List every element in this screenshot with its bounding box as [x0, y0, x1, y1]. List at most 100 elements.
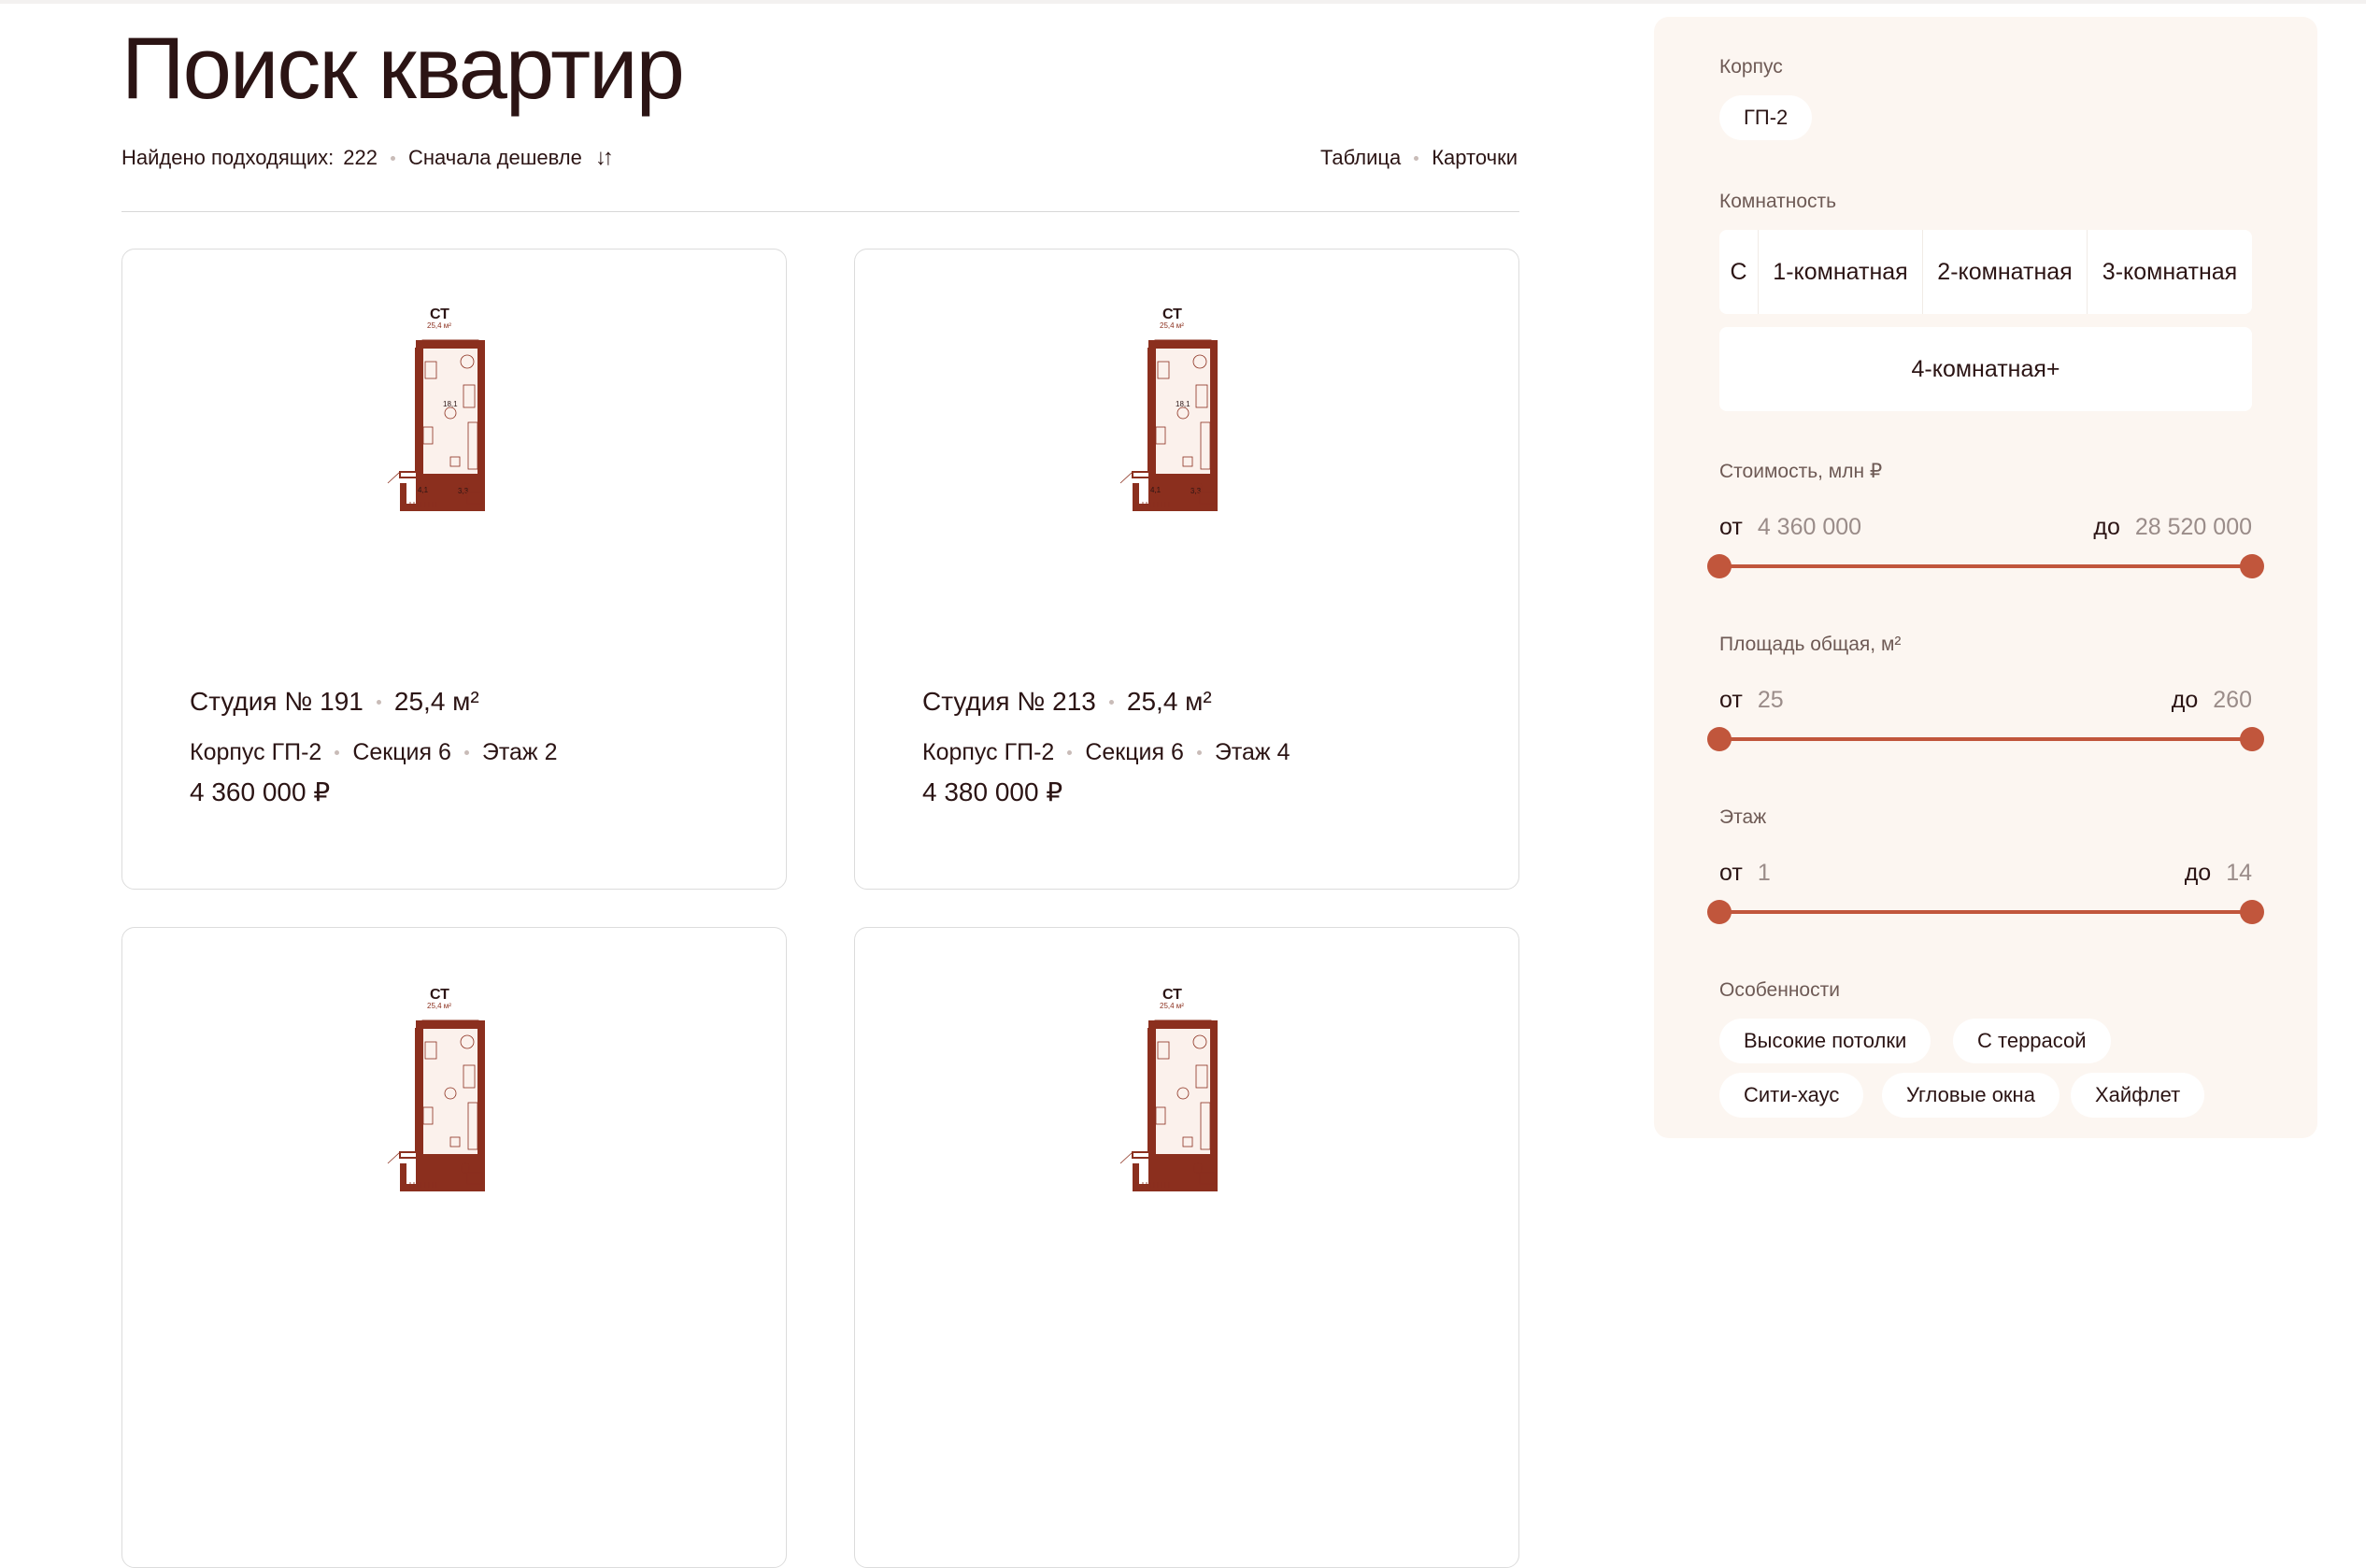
feature-chip-corner-windows[interactable]: Угловые окна [1882, 1073, 2060, 1118]
price-filter-label: Стоимость, млн ₽ [1719, 461, 1883, 482]
rooms-option-4plus[interactable]: 4-комнатная+ [1719, 327, 2252, 411]
apartment-card[interactable]: СТ 25,4 м² [121, 927, 787, 1568]
apartment-name: Студия № 213 [922, 687, 1096, 716]
view-table-button[interactable]: Таблица [1320, 146, 1401, 170]
price-slider-track[interactable] [1719, 564, 2252, 568]
floor-plan: СТ 25,4 м² 18,1 4,1 3,3 [122, 306, 788, 511]
card-info: Корпус ГП-2 Секция 6 Этаж 4 [922, 739, 1290, 766]
price-range-inputs: от 4 360 000 до 28 520 000 [1719, 514, 2252, 548]
area-range-inputs: от 25 до 260 [1719, 687, 2252, 720]
floor-plan-image: СТ 25,4 м² [1119, 987, 1218, 1191]
floor-to-input[interactable]: 14 [2226, 860, 2252, 887]
svg-text:25,4 м²: 25,4 м² [427, 1002, 451, 1010]
rooms-filter-label: Комнатность [1719, 191, 1837, 212]
rooms-option-studio[interactable]: С [1719, 230, 1759, 314]
view-cards-button[interactable]: Карточки [1432, 146, 1518, 170]
apartment-building: Корпус ГП-2 [922, 739, 1055, 765]
price-from-input[interactable]: 4 360 000 [1758, 514, 1861, 541]
apartment-floor: Этаж 2 [481, 739, 558, 765]
floor-slider-track[interactable] [1719, 910, 2252, 914]
building-filter-label: Корпус [1719, 56, 1783, 78]
filter-panel: Корпус ГП-2 Комнатность С 1-комнатная 2-… [1654, 17, 2317, 1138]
building-chip[interactable]: ГП-2 [1719, 95, 1813, 140]
results-meta: Найдено подходящих: 222 Сначала дешевле … [121, 144, 614, 172]
floor-to-label: до [2184, 860, 2212, 886]
separator-dot [1196, 750, 1202, 755]
svg-text:25,4 м²: 25,4 м² [1160, 1002, 1184, 1010]
sort-arrows-icon[interactable]: ↓↑ [595, 145, 614, 171]
found-label: Найдено подходящих: [121, 146, 335, 169]
price-to-label: до [2093, 514, 2120, 540]
floor-from-label: от [1719, 860, 1743, 886]
area-from-input[interactable]: 25 [1758, 687, 1784, 714]
apartment-area: 25,4 м² [393, 687, 479, 716]
top-border [0, 0, 2366, 4]
floor-slider-max-handle[interactable] [2240, 900, 2264, 924]
card-title: Студия № 191 25,4 м² [190, 687, 479, 717]
price-slider-max-handle[interactable] [2240, 554, 2264, 578]
svg-text:25,4 м²: 25,4 м² [1160, 321, 1184, 330]
divider [121, 211, 1519, 212]
rooms-option-3[interactable]: 3-комнатная [2088, 230, 2252, 314]
svg-text:4,1: 4,1 [1150, 486, 1162, 494]
apartment-section: Секция 6 [1085, 739, 1184, 765]
features-filter-label: Особенности [1719, 979, 1840, 1001]
found-count: 222 [343, 146, 378, 169]
feature-chip-terrace[interactable]: С террасой [1953, 1019, 2111, 1063]
rooms-option-2[interactable]: 2-комнатная [1923, 230, 2088, 314]
area-slider-max-handle[interactable] [2240, 727, 2264, 751]
feature-chip-highflat[interactable]: Хайфлет [2071, 1073, 2205, 1118]
feature-chip-high-ceilings[interactable]: Высокие потолки [1719, 1019, 1931, 1063]
floor-plan: СТ 25,4 м² 18,1 4,1 3,3 [855, 306, 1520, 511]
floor-slider [1707, 899, 2264, 925]
apartment-area: 25,4 м² [1126, 687, 1212, 716]
svg-text:СТ: СТ [1162, 306, 1182, 322]
apartment-card[interactable]: СТ 25,4 м² [854, 927, 1519, 1568]
svg-text:25,4 м²: 25,4 м² [427, 321, 451, 330]
svg-text:4,1: 4,1 [418, 486, 429, 494]
floor-slider-min-handle[interactable] [1707, 900, 1732, 924]
separator-dot [335, 750, 340, 755]
svg-text:18,1: 18,1 [443, 400, 458, 408]
price-from-label: от [1719, 514, 1743, 540]
floor-plan: СТ 25,4 м² [122, 986, 788, 1191]
separator-dot [390, 155, 395, 161]
apartment-section: Секция 6 [352, 739, 451, 765]
svg-text:18,1: 18,1 [1176, 400, 1190, 408]
card-title: Студия № 213 25,4 м² [922, 687, 1212, 717]
floor-from-input[interactable]: 1 [1758, 860, 1771, 887]
floor-filter-label: Этаж [1719, 806, 1767, 828]
floor-plan-image: СТ 25,4 м² 18,1 4,1 3,3 [387, 306, 485, 511]
separator-dot [376, 699, 381, 705]
apartment-card[interactable]: СТ 25,4 м² 18,1 4,1 3,3 Студия № 213 25,… [854, 249, 1519, 890]
price-to-input[interactable]: 28 520 000 [2135, 514, 2252, 541]
apartment-name: Студия № 191 [190, 687, 363, 716]
feature-chip-city-house[interactable]: Сити-хаус [1719, 1073, 1864, 1118]
rooms-segmented-control: С 1-комнатная 2-комнатная 3-комнатная [1719, 230, 2252, 314]
svg-text:СТ: СТ [1162, 987, 1182, 1003]
sort-button[interactable]: Сначала дешевле [408, 146, 582, 170]
separator-dot [1067, 750, 1073, 755]
card-info: Корпус ГП-2 Секция 6 Этаж 2 [190, 739, 558, 766]
separator-dot [1108, 699, 1114, 705]
area-to-label: до [2171, 687, 2199, 713]
svg-text:СТ: СТ [430, 987, 449, 1003]
rooms-option-1[interactable]: 1-комнатная [1759, 230, 1923, 314]
price-slider [1707, 553, 2264, 579]
floor-plan: СТ 25,4 м² [855, 986, 1520, 1191]
separator-dot [1414, 155, 1419, 161]
area-slider [1707, 726, 2264, 752]
apartment-building: Корпус ГП-2 [190, 739, 322, 765]
area-slider-min-handle[interactable] [1707, 727, 1732, 751]
apartment-card[interactable]: СТ 25,4 м² 18,1 4,1 3,3 Студия № 191 25,… [121, 249, 787, 890]
price-slider-min-handle[interactable] [1707, 554, 1732, 578]
area-to-input[interactable]: 260 [2213, 687, 2252, 714]
floor-plan-image: СТ 25,4 м² 18,1 4,1 3,3 [1119, 306, 1218, 511]
apartment-floor: Этаж 4 [1214, 739, 1290, 765]
svg-text:СТ: СТ [430, 306, 449, 322]
separator-dot [463, 750, 469, 755]
page-title: Поиск квартир [121, 19, 685, 117]
view-switch: Таблица Карточки [1320, 144, 1518, 172]
area-slider-track[interactable] [1719, 737, 2252, 741]
floor-range-inputs: от 1 до 14 [1719, 860, 2252, 893]
